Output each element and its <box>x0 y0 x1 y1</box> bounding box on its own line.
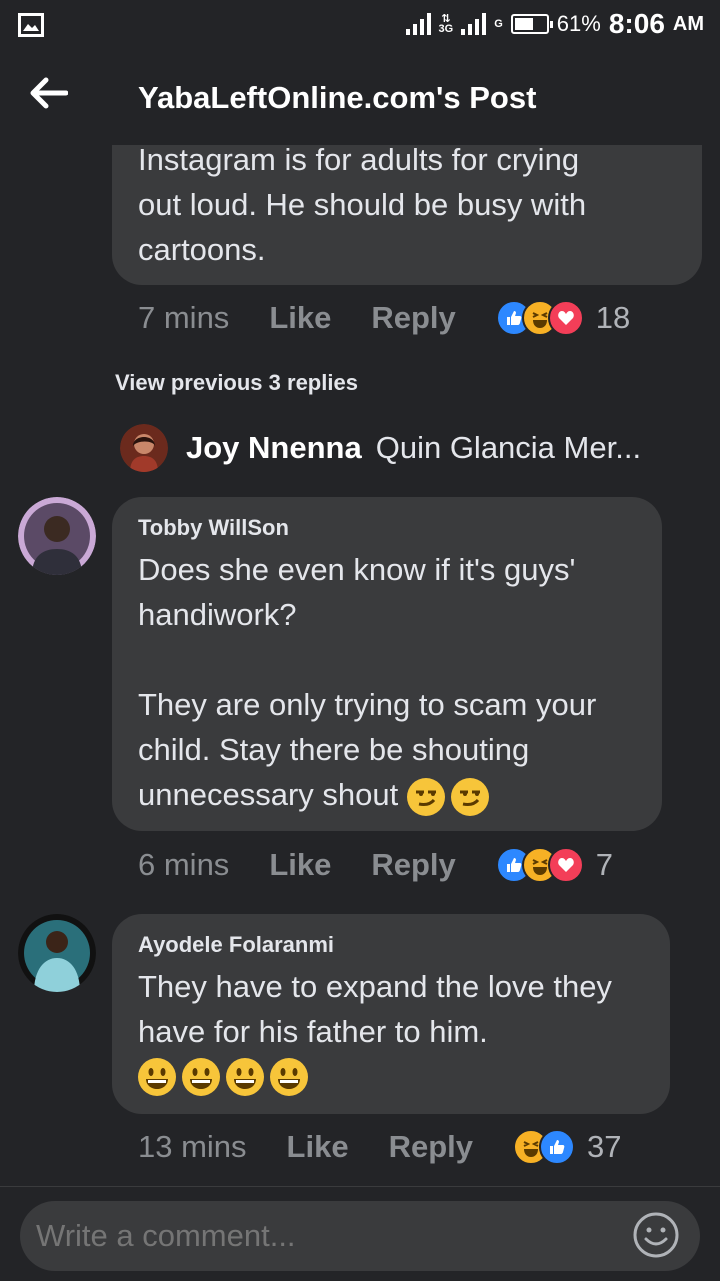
smirk-emoji-icon <box>450 777 489 816</box>
like-button[interactable]: Like <box>269 847 331 883</box>
emoji-picker-icon[interactable] <box>632 1211 680 1259</box>
network-type: ⇅ 3G <box>438 13 454 35</box>
comment-bubble-ayodele[interactable]: Ayodele Folaranmi They have to expand th… <box>112 914 670 1114</box>
reply-button[interactable]: Reply <box>371 300 455 336</box>
comment-time: 13 mins <box>138 1129 247 1164</box>
love-reaction-icon <box>547 847 584 883</box>
reaction-count: 7 <box>595 847 614 882</box>
battery-icon <box>510 14 553 34</box>
network-type-2: G <box>494 18 503 30</box>
comment-time: 7 mins <box>138 300 230 335</box>
collapsed-reply[interactable]: Joy Nnenna Quin Glancia Mer... <box>120 424 641 472</box>
comment-actions: 7 mins Like Reply 18 <box>138 300 630 336</box>
signal-icon-2 <box>461 13 487 35</box>
reactions[interactable] <box>513 1129 575 1165</box>
image-notification-icon <box>18 13 44 37</box>
reply-button[interactable]: Reply <box>371 847 455 883</box>
reactions[interactable] <box>495 847 584 883</box>
clock-time: 8:06 <box>608 8 665 39</box>
like-button[interactable]: Like <box>269 300 331 336</box>
reply-author-name[interactable]: Joy Nnenna <box>186 430 362 466</box>
signal-icon <box>405 13 431 35</box>
avatar[interactable] <box>120 424 168 472</box>
comment-composer[interactable] <box>20 1201 700 1271</box>
back-arrow-icon[interactable] <box>28 76 68 110</box>
reaction-count: 37 <box>587 1129 622 1164</box>
clock-ampm: AM <box>672 12 704 35</box>
comment-text: Does she even know if it's guys' handiwo… <box>138 547 636 817</box>
comment-actions: 6 mins Like Reply 7 <box>138 847 613 883</box>
page-title: YabaLeftOnline.com's Post <box>138 80 537 115</box>
comment-text: Instagram is for adults for crying out l… <box>138 142 587 267</box>
comment-author-name[interactable]: Tobby WillSon <box>138 515 636 541</box>
comment-text: They have to expand the love they have f… <box>138 969 612 1049</box>
grinning-emoji-icon <box>226 1058 264 1096</box>
grinning-emoji-icon <box>138 1058 176 1096</box>
like-button[interactable]: Like <box>287 1129 349 1165</box>
love-reaction-icon <box>547 300 584 336</box>
grinning-emoji-icon <box>182 1058 220 1096</box>
reply-snippet: Quin Glancia Mer... <box>375 430 642 465</box>
battery-percent: 61% <box>556 11 601 36</box>
comment-actions: 13 mins Like Reply 37 <box>138 1129 621 1165</box>
comment-time: 6 mins <box>138 847 230 882</box>
view-previous-replies-link[interactable]: View previous 3 replies <box>115 370 358 396</box>
smirk-emoji-icon <box>406 777 445 816</box>
grinning-emoji-icon <box>270 1058 308 1096</box>
comment-bubble-tobby[interactable]: Tobby WillSon Does she even know if it's… <box>112 497 662 831</box>
comment-composer-bar <box>0 1186 720 1281</box>
comment-input[interactable] <box>34 1217 598 1255</box>
avatar[interactable] <box>18 497 96 575</box>
reply-button[interactable]: Reply <box>389 1129 473 1165</box>
reaction-count: 18 <box>595 300 631 335</box>
comment-author-name[interactable]: Ayodele Folaranmi <box>138 932 644 958</box>
app-header: YabaLeftOnline.com's Post <box>0 50 720 145</box>
reactions[interactable] <box>495 300 584 336</box>
status-bar: ⇅ 3G G 61% 8:06 AM <box>0 0 720 50</box>
avatar[interactable] <box>18 914 96 992</box>
comment-emojis <box>138 1058 644 1096</box>
like-reaction-icon <box>539 1129 575 1165</box>
